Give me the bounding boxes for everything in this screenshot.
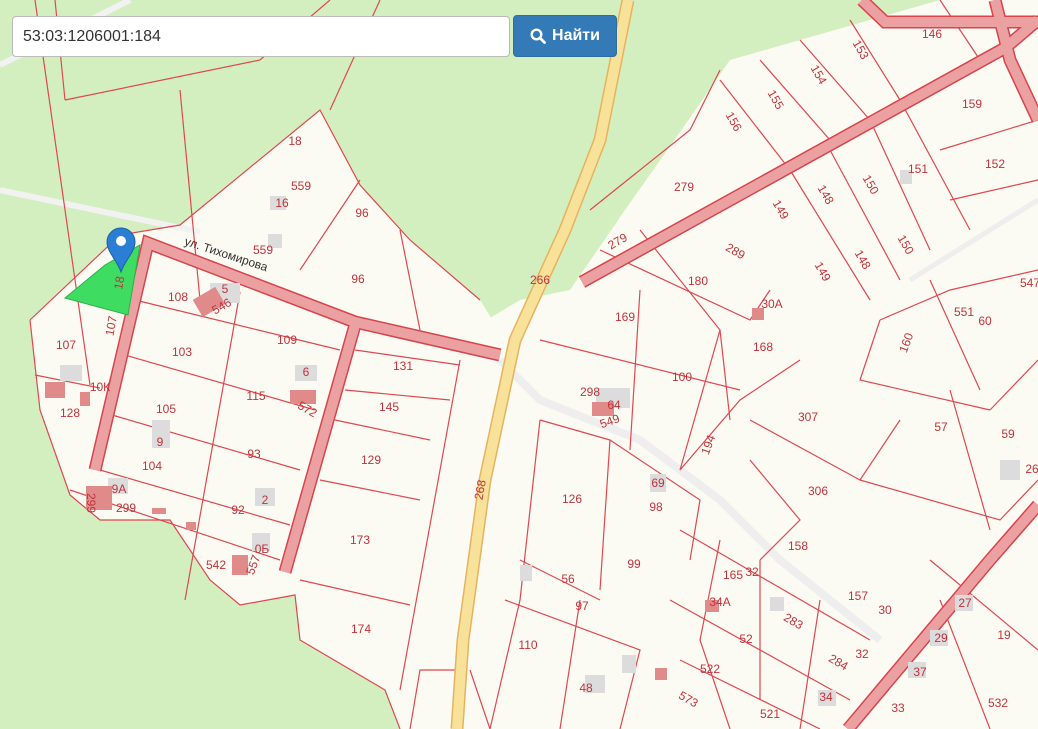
parcel-label: 109 <box>277 333 297 347</box>
parcel-label: 532 <box>988 696 1008 710</box>
parcel-label: 30 <box>878 603 892 617</box>
parcel-label: 107 <box>56 338 76 352</box>
parcel-label: 128 <box>60 406 80 420</box>
parcel-label: 542 <box>206 558 226 572</box>
parcel-label: 174 <box>351 622 371 636</box>
parcel-label: 115 <box>246 389 265 403</box>
parcel-label: 131 <box>393 359 413 373</box>
parcel-label: 173 <box>350 533 370 547</box>
parcel-label: 165 <box>723 568 743 582</box>
parcel-label: 64 <box>607 398 621 412</box>
parcel-label: 18 <box>111 275 127 291</box>
parcel-label: 59 <box>1001 427 1015 441</box>
parcel-label: 96 <box>351 272 365 286</box>
parcel-label: 34А <box>709 595 730 609</box>
parcel-label: 19 <box>997 628 1011 642</box>
parcel-label: 9А <box>112 482 127 496</box>
parcel-label: 169 <box>615 310 635 324</box>
parcel-label: 522 <box>700 662 720 676</box>
parcel-label: 0Б <box>255 542 270 556</box>
parcel-label: 26 <box>1025 462 1038 476</box>
parcel-label: 129 <box>361 453 381 467</box>
parcel-label: 151 <box>908 162 928 176</box>
parcel-label: 559 <box>253 243 273 257</box>
parcel-label: 559 <box>291 179 311 193</box>
parcel-label: 48 <box>579 681 593 695</box>
parcel-label: 108 <box>168 290 188 304</box>
parcel-label: 279 <box>674 180 694 194</box>
parcel-label: 298 <box>580 385 600 399</box>
parcel-label: 158 <box>788 539 808 553</box>
parcel-label: 16 <box>275 196 289 210</box>
parcel-label: 100 <box>672 370 692 384</box>
parcel-label: 33 <box>891 701 905 715</box>
parcel-label: 97 <box>575 599 589 613</box>
parcel-label: 18 <box>288 134 302 148</box>
parcel-label: 29 <box>934 631 948 645</box>
parcel-label: 146 <box>922 27 942 41</box>
parcel-label: 99 <box>627 557 641 571</box>
parcel-label: 299 <box>116 501 136 515</box>
parcel-label: 98 <box>649 500 663 514</box>
parcel-label: 159 <box>962 97 982 111</box>
parcel-label: 37 <box>913 665 927 679</box>
parcel-label: 105 <box>156 402 176 416</box>
parcel-label: 6 <box>303 365 310 379</box>
parcel-label: 306 <box>808 484 828 498</box>
parcel-label: 30А <box>761 297 782 311</box>
parcel-label: 126 <box>562 492 582 506</box>
parcel-label: 551 <box>954 305 974 319</box>
cadastral-map[interactable]: ул. Тихомирова 1461531541551561591521511… <box>0 0 1038 729</box>
parcel-label: 104 <box>142 459 162 473</box>
search-button-label: Найти <box>552 27 600 44</box>
parcel-label: 56 <box>561 572 575 586</box>
parcel-label: 110 <box>518 638 537 652</box>
parcel-label: 93 <box>247 447 261 461</box>
parcel-label: 547 <box>1020 276 1038 290</box>
parcel-label: 299 <box>84 493 98 513</box>
parcel-label: 96 <box>355 206 369 220</box>
parcel-label: 103 <box>172 345 192 359</box>
parcel-label: 32 <box>745 565 759 579</box>
parcel-label: 52 <box>739 632 753 646</box>
parcel-label: 69 <box>651 476 665 490</box>
search-button[interactable]: Найти <box>513 15 617 57</box>
parcel-label: 60 <box>978 314 992 328</box>
parcel-label: 145 <box>379 400 399 414</box>
parcel-label: 180 <box>688 274 708 288</box>
parcel-label: 34 <box>819 690 833 704</box>
search-icon <box>530 28 546 44</box>
parcel-label: 10К <box>90 380 110 394</box>
parcel-label: 266 <box>530 273 550 287</box>
parcel-label: 157 <box>848 589 868 603</box>
parcel-label: 27 <box>958 596 972 610</box>
parcel-label: 32 <box>855 647 869 661</box>
parcel-label: 168 <box>753 340 773 354</box>
parcel-label: 152 <box>985 157 1005 171</box>
parcel-label: 57 <box>934 420 948 434</box>
parcel-label: 521 <box>760 707 780 721</box>
parcel-label: 92 <box>231 503 245 517</box>
parcel-label: 307 <box>798 410 818 424</box>
parcel-label: 9 <box>157 435 164 449</box>
parcel-label: 2 <box>262 493 269 507</box>
parcel-label: 5 <box>222 282 229 296</box>
cadastral-search-input[interactable] <box>12 16 510 57</box>
